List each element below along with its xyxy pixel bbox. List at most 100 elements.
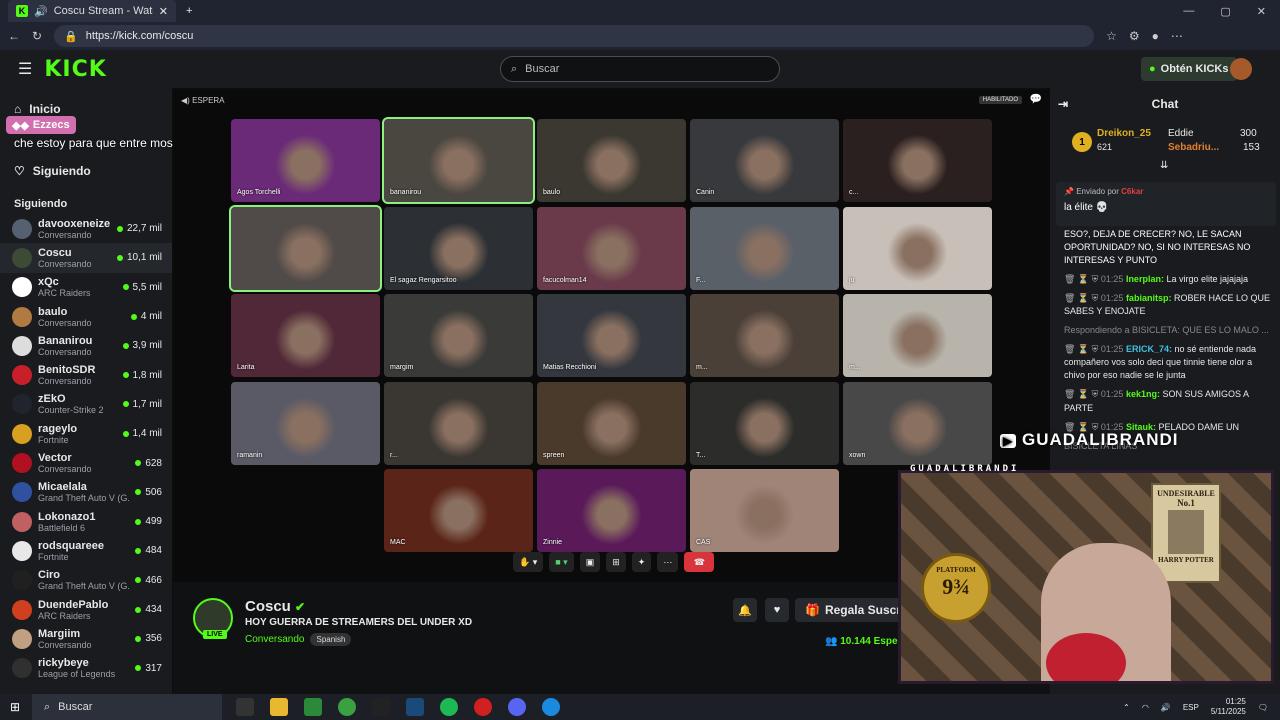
mod-icons[interactable]: 🗑 ⏳ ⛨ [1064,293,1101,303]
expand-leaderboard-icon[interactable]: ⇊ [1160,160,1168,171]
video-tile[interactable]: baulo [537,119,686,202]
sidebar-channel[interactable]: Vector Conversando 628 [0,448,172,477]
hand-button[interactable]: ✋ ▾ [513,552,544,572]
chat-message[interactable]: 🗑 ⏳ ⛨ 01:25 ERICK_74: no sé entiende nad… [1064,343,1274,382]
search-input[interactable]: ⌕ Buscar [500,56,780,82]
sidebar-channel[interactable]: rickybeye League of Legends 317 [0,653,172,682]
chat-message[interactable]: 🗑 ⏳ ⛨ 01:25 kek1ng: SON SUS AMIGOS A PAR… [1064,388,1274,414]
bell-button[interactable]: 🔔 [733,598,757,622]
tray-overflow-icon[interactable]: ⌃ [1123,703,1130,712]
browser-tab[interactable]: K 🔊 Coscu Stream - Watch Live o ✕ [8,0,176,22]
minecraft-icon[interactable] [304,698,322,716]
discord-icon[interactable] [508,698,526,716]
epic-games-icon[interactable] [372,698,390,716]
chat-username[interactable]: fabianitsp: [1126,293,1172,303]
video-tile[interactable]: Matias Recchioni [537,294,686,377]
edge-icon[interactable] [542,698,560,716]
taskbar-search[interactable]: ⌕ Buscar [32,694,222,720]
sidebar-channel[interactable]: zEkO Counter-Strike 2 1,7 mil [0,390,172,419]
video-tile[interactable]: xown [843,381,992,465]
maximize-button[interactable]: ▢ [1220,5,1230,18]
sidebar-channel[interactable]: rodsquareee Fortnite 484 [0,536,172,565]
video-tile[interactable]: bananirou [382,117,535,204]
hamburger-icon[interactable]: ☰ [18,59,32,79]
kick-logo[interactable]: KICK [44,57,106,82]
video-tile[interactable]: ju [843,206,992,290]
follow-button[interactable]: ♥ [765,598,789,622]
tray-clock[interactable]: 01:25 5/11/2025 [1211,697,1246,718]
video-tile[interactable]: Canin [690,119,839,202]
sidebar-channel[interactable]: davooxeneize Conversando 22,7 mil [0,214,172,243]
sidebar-channel[interactable]: xQc ARC Raiders 5,5 mil [0,273,172,302]
chat-username[interactable]: kek1ng: [1126,389,1160,399]
sidebar-channel[interactable]: rageylo Fortnite 1,4 mil [0,419,172,448]
video-tile[interactable]: facucolman14 [537,206,686,290]
minimize-button[interactable]: — [1183,5,1194,18]
pinned-message[interactable]: 📌 Enviado por C6kar la élite 💀 [1056,182,1276,226]
category-link[interactable]: Conversando [245,634,304,645]
volume-icon[interactable]: 🔊 [1161,703,1171,712]
windows-start-icon[interactable]: ⊞ [10,700,20,714]
mod-icons[interactable]: 🗑 ⏳ ⛨ [1064,274,1101,284]
sidebar-channel[interactable]: Lokonazo1 Battlefield 6 499 [0,507,172,536]
xbox-icon[interactable] [338,698,356,716]
video-tile[interactable]: c... [843,119,992,202]
video-tile[interactable]: F... [690,206,839,290]
sidebar-channel[interactable]: Ciro Grand Theft Auto V (G... 466 [0,566,172,595]
new-tab-button[interactable]: + [186,5,192,17]
extensions-icon[interactable]: ⚙ [1129,29,1140,43]
video-tile[interactable]: m... [690,294,839,377]
get-kicks-button[interactable]: ● Obtén KICKs [1141,57,1237,81]
leader-3-name[interactable]: Sebadriu... [1168,142,1219,153]
notifications-icon[interactable]: 🗨 [1258,703,1268,712]
leader-2-name[interactable]: Eddie [1168,128,1194,139]
chat-message[interactable]: ESO?, DEJA DE CRECER? NO, LE SACAN OPORT… [1064,228,1274,267]
video-tile[interactable]: margim [384,294,533,377]
spotify-icon[interactable] [440,698,458,716]
profile-icon[interactable]: ● [1152,29,1159,43]
file-explorer-icon[interactable] [270,698,288,716]
chat-message[interactable]: 🗑 ⏳ ⛨ 01:25 fabianitsp: ROBER HACE LO QU… [1064,292,1274,318]
share-screen-button[interactable]: ▣ [579,552,601,572]
leader-1-name[interactable]: Dreikon_25 [1097,128,1151,139]
chat-message[interactable]: Respondiendo a BISICLETA: QUE ES LO MALO… [1064,324,1274,337]
speaker-icon[interactable]: 🔊 [34,5,48,18]
obs-icon[interactable] [474,698,492,716]
video-tile[interactable]: Larita [231,294,380,377]
sidebar-channel[interactable]: DuendePablo ARC Raiders 434 [0,595,172,624]
mod-icons[interactable]: 🗑 ⏳ ⛨ [1064,389,1101,399]
tray-language[interactable]: ESP [1183,703,1199,712]
video-tile[interactable]: MAC [384,469,533,552]
video-tile[interactable]: m... [843,294,992,377]
chat-message[interactable]: 🗑 ⏳ ⛨ 01:25 Inerplan: La virgo elite jaj… [1064,273,1274,286]
chat-username[interactable]: Inerplan: [1126,274,1164,284]
steam-icon[interactable] [406,698,424,716]
video-tile[interactable]: spreen [537,381,686,465]
effects-button[interactable]: ✦ [631,552,652,572]
user-avatar[interactable] [1230,58,1252,80]
sidebar-channel[interactable]: Micaelala Grand Theft Auto V (G... 506 [0,478,172,507]
close-tab-icon[interactable]: ✕ [159,5,168,18]
sidebar-channel[interactable]: Margiim Conversando 356 [0,624,172,653]
video-tile[interactable]: T... [690,381,839,465]
menu-icon[interactable]: ⋯ [1171,29,1183,43]
url-field[interactable]: 🔒 https://kick.com/coscu [54,25,1095,47]
task-view-icon[interactable] [236,698,254,716]
sidebar-channel[interactable]: baulo Conversando 4 mil [0,302,172,331]
video-tile[interactable]: Agos Torchelli [231,119,380,202]
video-tile[interactable]: CAS [690,469,839,552]
video-tile[interactable]: Zinnie [537,469,686,552]
grid-button[interactable]: ⊞ [606,552,626,572]
close-window-button[interactable]: ✕ [1257,5,1266,18]
more-button[interactable]: ⋯ [657,552,679,572]
collapse-chat-icon[interactable]: ⇥ [1058,97,1068,111]
video-tile[interactable] [229,204,382,292]
video-tile[interactable]: ramanin [231,381,380,465]
channel-name[interactable]: Coscu ✔ [245,598,305,615]
sidebar-channel[interactable]: BenitoSDR Conversando 1,8 mil [0,360,172,389]
back-icon[interactable]: ← [8,29,20,43]
sidebar-channel[interactable]: Coscu Conversando 10,1 mil [0,243,172,273]
chat-bubble-icon[interactable]: 💬 [1030,94,1042,105]
camera-button[interactable]: ■ ▾ [549,552,574,572]
video-tile[interactable]: El sagaz Rengarsitoo [384,206,533,290]
